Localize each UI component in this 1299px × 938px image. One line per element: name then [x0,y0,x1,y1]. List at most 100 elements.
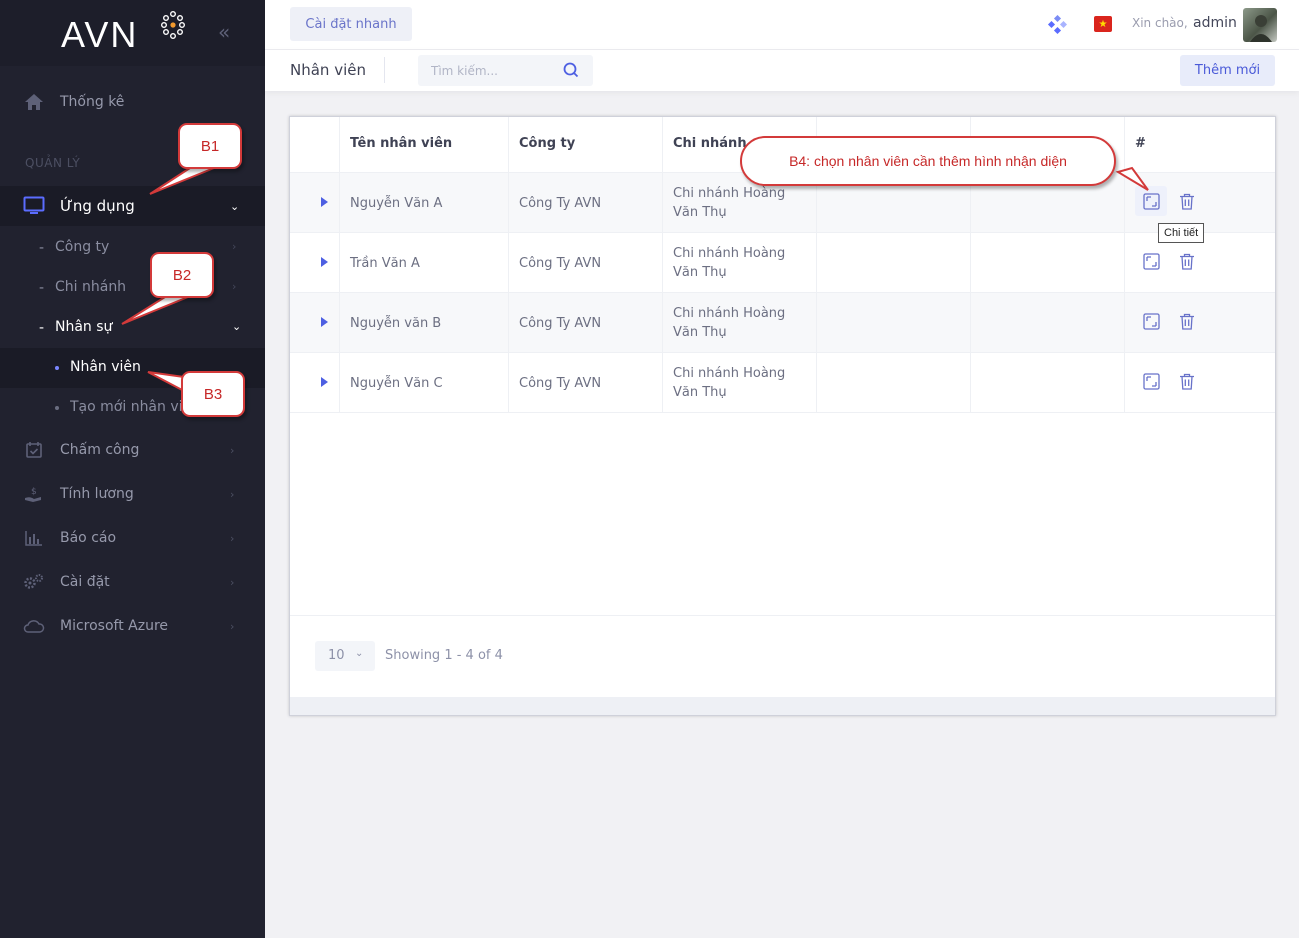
sidebar-item-label: Thống kê [60,94,125,110]
table-row[interactable]: Nguyễn Văn C Công Ty AVN Chi nhánh Hoàng… [290,353,1275,413]
sidebar-item-label: Báo cáo [60,530,117,546]
search-icon[interactable] [563,62,579,78]
greeting-text: Xin chào, [1132,16,1188,30]
empty-cell [816,233,970,293]
sidebar-item-branch[interactable]: - Chi nhánh › [0,268,265,308]
detail-tooltip: Chi tiết [1158,223,1205,243]
sidebar-item-label: Chi nhánh [55,279,127,295]
sidebar-item-label: Nhân sự [55,319,113,335]
calendar-check-icon [23,439,45,461]
column-header-expand [290,117,339,173]
employee-company: Công Ty AVN [508,173,662,233]
employee-company: Công Ty AVN [508,233,662,293]
sidebar-item-payroll[interactable]: $ Tính lương › [0,474,265,514]
empty-cell [970,233,1124,293]
avatar[interactable] [1243,8,1277,42]
chevron-right-icon: › [232,240,237,253]
chevron-right-icon: › [230,575,235,589]
callout-b1: B1 [178,123,242,169]
table-row[interactable]: Nguyễn văn B Công Ty AVN Chi nhánh Hoàng… [290,293,1275,353]
callout-b3: B3 [181,371,245,417]
employee-branch: Chi nhánh Hoàng Văn Thụ [662,353,816,413]
collapse-sidebar-icon[interactable]: « [218,20,230,44]
detail-button[interactable] [1135,246,1167,276]
sidebar-item-label: Nhân viên [70,359,141,375]
employee-name: Nguyễn văn B [339,293,508,353]
column-header-company[interactable]: Công ty [508,117,662,173]
employee-name: Nguyễn Văn A [339,173,508,233]
expand-row-icon[interactable] [321,197,328,207]
table-row[interactable]: Trần Văn A Công Ty AVN Chi nhánh Hoàng V… [290,233,1275,293]
title-divider [384,57,385,83]
column-header-name[interactable]: Tên nhân viên [339,117,508,173]
top-header: Cài đặt nhanh ★ Xin chào, admin [265,0,1299,50]
sidebar-item-hr[interactable]: - Nhân sự ⌄ [0,308,265,348]
sidebar-item-label: Tính lương [60,486,134,502]
sidebar-item-label: Cài đặt [60,574,110,590]
brand-logo-text: AVN [61,14,139,55]
employee-branch: Chi nhánh Hoàng Văn Thụ [662,293,816,353]
add-new-button[interactable]: Thêm mới [1180,55,1275,86]
delete-button[interactable] [1171,186,1203,216]
page-size-select[interactable]: 10 ⌄ [315,641,375,671]
user-name[interactable]: admin [1193,15,1237,31]
callout-b4: B4: chọn nhân viên cần thêm hình nhận di… [740,136,1116,186]
detail-button[interactable] [1135,366,1167,396]
home-icon [23,91,45,113]
page-title: Nhân viên [290,61,366,79]
delete-button[interactable] [1171,306,1203,336]
callout-b2: B2 [150,252,214,298]
delete-button[interactable] [1171,366,1203,396]
apps-diamond-icon[interactable] [1047,15,1067,35]
expand-square-icon [1142,372,1160,390]
employee-company: Công Ty AVN [508,293,662,353]
quick-settings-button[interactable]: Cài đặt nhanh [290,7,412,41]
empty-cell [816,353,970,413]
pagination-info: Showing 1 - 4 of 4 [385,648,503,663]
card-bottom-bar [290,697,1275,715]
chevron-right-icon: › [230,619,235,633]
sidebar-item-report[interactable]: Báo cáo › [0,518,265,558]
sidebar-item-azure[interactable]: Microsoft Azure › [0,606,265,646]
sidebar-item-label: Tạo mới nhân viên [70,399,182,415]
sidebar-item-settings[interactable]: Cài đặt › [0,562,265,602]
employee-branch: Chi nhánh Hoàng Văn Thụ [662,233,816,293]
table-footer: 10 ⌄ Showing 1 - 4 of 4 [290,615,1275,697]
delete-button[interactable] [1171,246,1203,276]
bar-chart-icon [23,527,45,549]
expand-row-icon[interactable] [321,317,328,327]
brand-header: AVN « [0,0,265,66]
gears-icon [23,571,45,593]
sidebar-item-apps[interactable]: Ứng dụng ⌄ [0,186,265,226]
chevron-down-icon: ⌄ [230,199,240,213]
sidebar-item-label: Công ty [55,239,110,255]
page-size-value: 10 [328,648,345,663]
bullet-icon [55,406,59,410]
chevron-right-icon: › [230,531,235,545]
expand-square-icon [1142,312,1160,330]
chevron-down-icon: ⌄ [232,320,242,333]
chevron-right-icon: › [230,443,235,457]
empty-cell [970,293,1124,353]
actions-cell [1124,293,1275,353]
trash-icon [1180,373,1194,390]
employee-name: Nguyễn Văn C [339,353,508,413]
sidebar-item-company[interactable]: - Công ty › [0,228,265,268]
trash-icon [1180,313,1194,330]
vietnam-flag-icon[interactable]: ★ [1094,16,1112,32]
chevron-right-icon: › [230,487,235,501]
chevron-right-icon: › [232,280,237,293]
detail-button[interactable] [1135,306,1167,336]
sidebar-item-dashboard[interactable]: Thống kê [0,82,265,122]
detail-button[interactable] [1135,186,1167,216]
expand-square-icon [1142,192,1160,210]
trash-icon [1180,193,1194,210]
chevron-down-icon: ⌄ [355,648,364,659]
expand-square-icon [1142,252,1160,270]
monitor-icon [23,195,45,217]
expand-row-icon[interactable] [321,377,328,387]
expand-row-icon[interactable] [321,257,328,267]
svg-text:$: $ [31,487,37,497]
sidebar-item-attendance[interactable]: Chấm công › [0,430,265,470]
bullet-icon [55,366,59,370]
